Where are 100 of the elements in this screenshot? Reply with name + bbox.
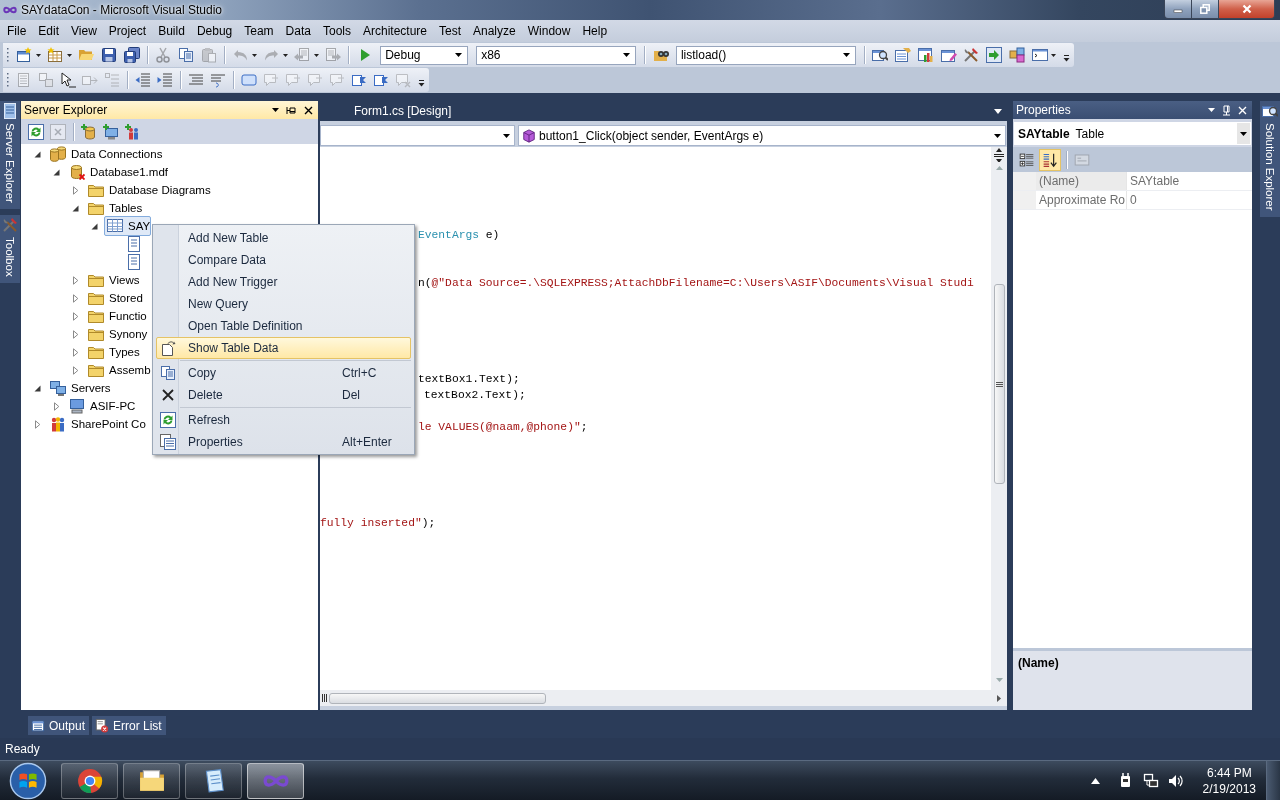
menu-item[interactable]: Open Table Definition	[156, 315, 411, 337]
lines-icon[interactable]	[188, 72, 204, 88]
splitter-icon[interactable]	[322, 694, 328, 702]
side-tab[interactable]: Server Explorer	[0, 101, 20, 209]
clock-date[interactable]: 2/19/2013	[1202, 780, 1256, 797]
menu-item[interactable]: Analyze	[467, 22, 522, 40]
menu-item[interactable]: Edit	[32, 22, 66, 40]
menu-item[interactable]: File	[1, 22, 33, 40]
menu-item[interactable]: Data	[279, 22, 317, 40]
up-caret-icon[interactable]	[1090, 777, 1100, 784]
tree-item[interactable]: Synony	[85, 324, 149, 344]
dropdown-field[interactable]: Debug	[380, 45, 469, 65]
rounded-rectangle-icon[interactable]	[241, 72, 257, 88]
dropdown-field[interactable]: listload()	[675, 45, 856, 65]
menu-item[interactable]: Build	[152, 22, 191, 40]
right-arrow-icon[interactable]	[997, 694, 1001, 702]
close-button[interactable]	[1219, 0, 1275, 19]
panel-tab[interactable]: Output	[28, 716, 90, 735]
tree-item[interactable]: Types	[85, 342, 141, 362]
clock-time[interactable]: 6:44 PM	[1206, 764, 1252, 781]
caret-icon[interactable]	[282, 53, 288, 57]
window-pencil-icon[interactable]	[940, 47, 957, 63]
computer-plus-icon[interactable]	[103, 123, 119, 140]
menu-item[interactable]: Properties Alt+Enter	[156, 431, 411, 453]
property-row[interactable]: Approximate Ro 0	[1013, 191, 1252, 210]
member-dropdown[interactable]: button1_Click(object sender, EventArgs e)	[518, 125, 1006, 146]
menu-item[interactable]: Add New Trigger	[156, 271, 411, 293]
window-chart-icon[interactable]	[917, 47, 934, 63]
expander-icon[interactable]	[71, 203, 80, 213]
console-window-icon[interactable]	[1031, 47, 1048, 63]
horizontal-scrollbar[interactable]	[320, 690, 1007, 706]
tree-item[interactable]: Functio	[85, 306, 148, 326]
menu-item[interactable]: Delete Del	[156, 384, 411, 406]
column-page-icon[interactable]	[126, 236, 142, 252]
side-tab[interactable]: Solution Explorer	[1260, 101, 1280, 217]
menu-item[interactable]: Window	[521, 22, 577, 40]
scroll-thumb[interactable]	[993, 284, 1005, 484]
grid-star-icon[interactable]	[47, 47, 64, 63]
start-orb-icon[interactable]	[8, 761, 48, 800]
caret-icon[interactable]	[66, 53, 72, 57]
caret-icon[interactable]	[994, 108, 1002, 114]
arrow-box-icon[interactable]	[986, 47, 1003, 63]
tree-item[interactable]: Data Connections	[47, 144, 164, 164]
expander-icon[interactable]	[90, 221, 99, 231]
document-tab[interactable]: Form1.cs [Design]	[354, 102, 452, 120]
menu-item[interactable]: Copy Ctrl+C	[156, 362, 411, 384]
drag-handle-icon[interactable]	[6, 46, 9, 64]
pin-icon[interactable]	[286, 105, 297, 115]
outdent-icon[interactable]	[135, 72, 151, 88]
tree-item[interactable]: Servers	[47, 378, 112, 398]
menu-item[interactable]: New Query	[156, 293, 411, 315]
caret-icon[interactable]	[313, 53, 319, 57]
expander-icon[interactable]	[33, 383, 42, 393]
tree-item[interactable]: Database Diagrams	[85, 180, 212, 200]
floppy-disks-icon[interactable]	[123, 47, 140, 63]
expander-icon[interactable]	[33, 149, 42, 159]
wrench-hammer-icon[interactable]	[963, 47, 980, 63]
drag-handle-icon[interactable]	[6, 71, 9, 89]
tree-item[interactable]: Stored	[85, 288, 144, 308]
lines-hook-icon[interactable]	[210, 72, 226, 88]
scroll-thumb[interactable]	[329, 692, 546, 704]
tree-item[interactable]: ASIF-PC	[66, 396, 137, 416]
bookmark-icon[interactable]	[351, 72, 367, 88]
copy-icon[interactable]	[178, 47, 195, 63]
caret-icon[interactable]	[1208, 108, 1215, 112]
menu-item[interactable]: Debug	[190, 22, 239, 40]
taskbar-button[interactable]	[123, 762, 180, 799]
restore-button[interactable]	[1192, 0, 1219, 19]
expander-icon[interactable]	[52, 167, 61, 177]
caret-icon[interactable]	[35, 53, 41, 57]
menu-item[interactable]: Project	[102, 22, 153, 40]
tree-item[interactable]: Views	[85, 270, 141, 290]
window-tag-icon[interactable]	[895, 47, 912, 63]
caret-icon[interactable]	[272, 108, 279, 112]
tree-item[interactable]: Assemb	[85, 360, 152, 380]
menu-item[interactable]: Tools	[316, 22, 357, 40]
menu-item[interactable]: Show Table Data	[156, 337, 411, 359]
menu-item[interactable]: Architecture	[356, 22, 433, 40]
caret-icon[interactable]	[1051, 53, 1057, 57]
network-icon[interactable]	[1142, 772, 1159, 789]
menu-item[interactable]: Test	[433, 22, 467, 40]
menu-item[interactable]: Compare Data	[156, 249, 411, 271]
menu-item[interactable]: Help	[576, 22, 614, 40]
overflow-caret-icon[interactable]	[418, 79, 425, 87]
overflow-caret-icon[interactable]	[1063, 54, 1071, 62]
refresh-box-icon[interactable]	[28, 123, 44, 140]
close-icon[interactable]	[304, 105, 313, 115]
caret-icon[interactable]	[252, 53, 258, 57]
column-page-icon[interactable]	[126, 254, 142, 270]
splitter-icon[interactable]	[993, 148, 1005, 162]
side-tab[interactable]: Toolbox	[0, 214, 20, 283]
object-dropdown[interactable]: SAYtable Table	[1014, 122, 1251, 145]
menu-item[interactable]: Team	[238, 22, 280, 40]
tree-item[interactable]: SAY	[104, 216, 152, 236]
taskbar-button[interactable]	[185, 762, 242, 799]
cursor-icon[interactable]	[60, 72, 76, 88]
menu-item[interactable]: Refresh	[156, 409, 411, 431]
people-plus-icon[interactable]	[125, 123, 141, 140]
menu-item[interactable]: View	[65, 22, 103, 40]
window-star-icon[interactable]	[16, 47, 33, 63]
